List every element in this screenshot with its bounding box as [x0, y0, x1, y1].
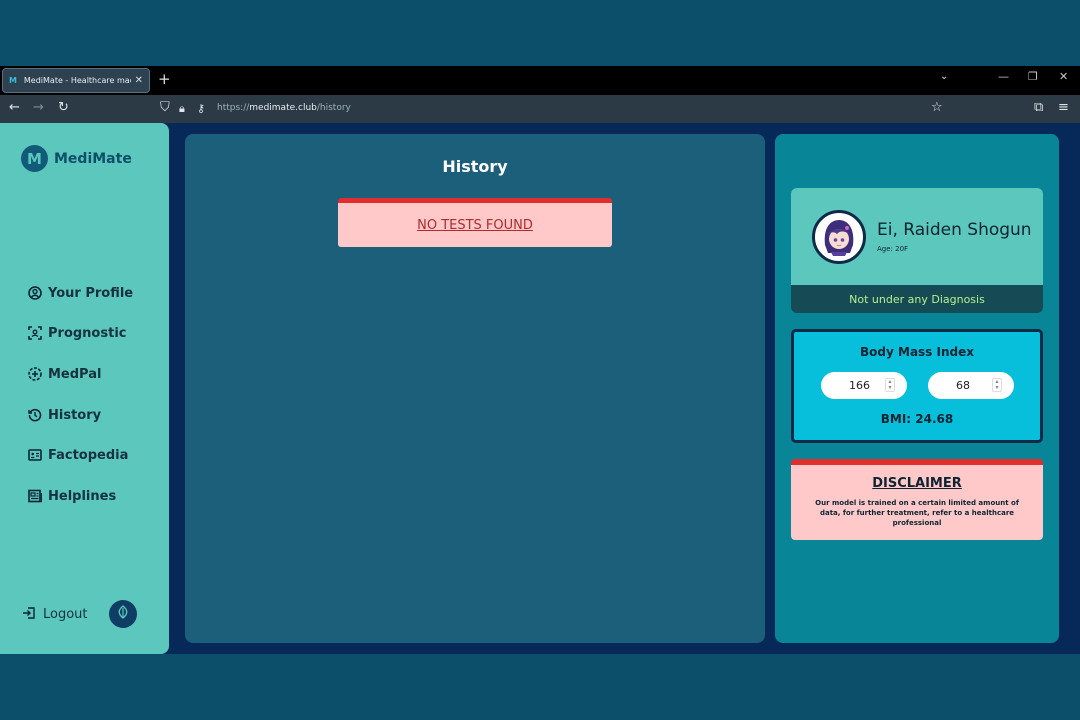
back-icon[interactable]: ←	[9, 100, 20, 115]
history-panel: History NO TESTS FOUND	[185, 134, 765, 643]
disclaimer-title: DISCLAIMER	[872, 476, 962, 491]
sidebar-item-history[interactable]: History	[27, 395, 133, 436]
app-viewport: M MediMate Your Profile Prognostic MedPa…	[0, 123, 1080, 654]
bookmark-star-icon[interactable]: ☆	[931, 100, 943, 115]
menu-icon[interactable]: ≡	[1058, 100, 1069, 115]
medical-badge-icon	[27, 367, 42, 382]
logout-button[interactable]: Logout	[22, 605, 88, 624]
sidebar-item-label: History	[48, 407, 102, 423]
page-title: History	[442, 157, 508, 176]
avatar-illustration	[824, 220, 854, 256]
leaf-icon	[117, 605, 129, 623]
lock-icon[interactable]: 🔒︎	[179, 102, 185, 116]
height-stepper-icon[interactable]: ▴ ▾	[885, 378, 895, 392]
no-tests-message: NO TESTS FOUND	[417, 217, 533, 233]
right-panel: Ei, Raiden Shogun Age: 20F Not under any…	[775, 134, 1059, 643]
logout-label: Logout	[43, 607, 88, 622]
height-value: 166	[849, 379, 870, 392]
shield-icon[interactable]: ⛉	[160, 100, 170, 115]
medimate-logo-icon: M	[21, 145, 48, 172]
theme-toggle-button[interactable]	[109, 600, 137, 628]
sidebar-item-label: Factopedia	[48, 448, 129, 464]
sidebar-item-label: Your Profile	[48, 285, 134, 301]
bmi-title: Body Mass Index	[860, 345, 974, 359]
close-window-icon[interactable]: ✕	[1059, 70, 1068, 83]
bmi-result: BMI: 24.68	[880, 412, 954, 426]
id-card-icon	[27, 448, 42, 463]
sidebar-item-label: Prognostic	[48, 326, 127, 342]
avatar[interactable]	[812, 210, 866, 264]
logout-icon	[22, 605, 36, 624]
bmi-card: Body Mass Index 166 ▴ ▾ 68 ▴ ▾ BMI: 24.68	[791, 329, 1043, 443]
scan-icon	[27, 326, 42, 341]
height-input[interactable]: 166 ▴ ▾	[821, 372, 907, 399]
sidebar-item-factopedia[interactable]: Factopedia	[27, 435, 133, 476]
profile-header: Ei, Raiden Shogun Age: 20F	[791, 188, 1043, 285]
restore-icon[interactable]: ❐	[1028, 70, 1038, 83]
url-domain: medimate.club	[249, 103, 317, 113]
sidebar-item-label: Helplines	[48, 488, 117, 504]
sidebar-item-label: MedPal	[48, 366, 102, 382]
reload-icon[interactable]: ↻	[58, 100, 69, 115]
diagnosis-status: Not under any Diagnosis	[791, 285, 1043, 313]
sidebar-item-prognostic[interactable]: Prognostic	[27, 314, 133, 355]
browser-tab-bar: M MediMate - Healthcare made simple ✕ + …	[0, 66, 1080, 95]
weight-input[interactable]: 68 ▴ ▾	[928, 372, 1014, 399]
brand[interactable]: M MediMate	[21, 145, 132, 172]
browser-tab[interactable]: M MediMate - Healthcare made simple ✕	[2, 68, 150, 93]
tab-title: MediMate - Healthcare made simple	[23, 76, 131, 85]
forward-icon[interactable]: →	[33, 100, 44, 115]
disclaimer-card: DISCLAIMER Our model is trained on a cer…	[791, 459, 1043, 540]
brand-name: MediMate	[54, 150, 132, 167]
weight-value: 68	[956, 379, 970, 392]
key-icon[interactable]: ⚷	[197, 102, 205, 115]
no-tests-alert: NO TESTS FOUND	[338, 198, 612, 247]
sidebar-nav: Your Profile Prognostic MedPal History F…	[27, 273, 133, 517]
browser-nav-bar: ← → ↻ ⛉ 🔒︎ ⚷ https://medimate.club/histo…	[0, 95, 1080, 123]
profile-age: Age: 20F	[877, 245, 909, 253]
favicon-icon: M	[9, 76, 17, 85]
history-icon	[27, 408, 42, 423]
profile-card: Ei, Raiden Shogun Age: 20F Not under any…	[791, 188, 1043, 313]
chevron-down-icon[interactable]: ⌄	[940, 71, 948, 82]
sidebar-item-your-profile[interactable]: Your Profile	[27, 273, 133, 314]
extensions-icon[interactable]: ⧉	[1034, 100, 1043, 115]
weight-stepper-icon[interactable]: ▴ ▾	[992, 378, 1002, 392]
tab-close-icon[interactable]: ✕	[135, 75, 143, 86]
minimize-icon[interactable]: —	[998, 70, 1009, 83]
user-circle-icon	[27, 285, 42, 301]
profile-name: Ei, Raiden Shogun	[877, 220, 1032, 240]
url-bar[interactable]: https://medimate.club/history	[217, 103, 351, 113]
sidebar-item-helplines[interactable]: Helplines	[27, 476, 133, 517]
disclaimer-text: Our model is trained on a certain limite…	[815, 499, 1019, 527]
sidebar: M MediMate Your Profile Prognostic MedPa…	[0, 123, 169, 654]
sidebar-item-medpal[interactable]: MedPal	[27, 354, 133, 395]
newspaper-icon	[27, 489, 42, 504]
new-tab-icon[interactable]: +	[158, 70, 171, 88]
